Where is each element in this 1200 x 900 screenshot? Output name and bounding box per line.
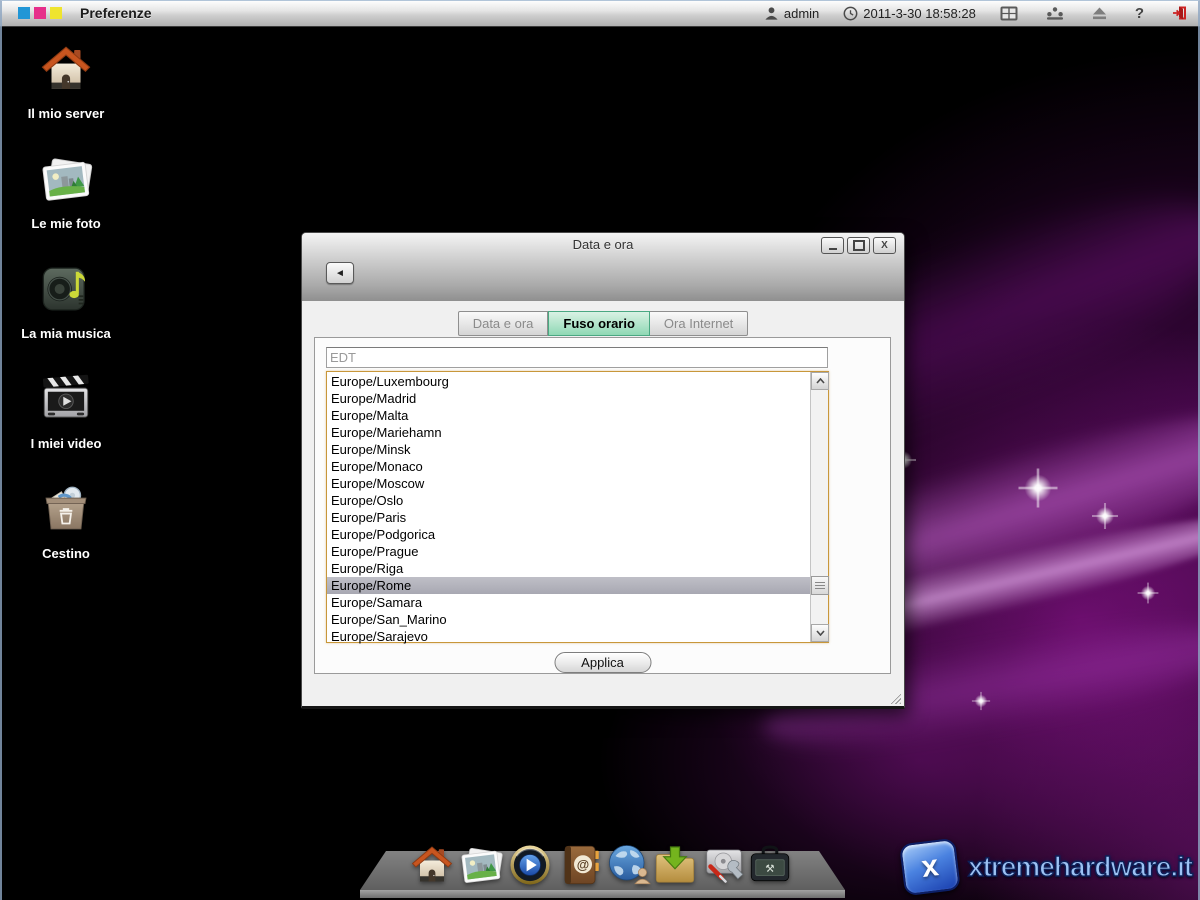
clock-icon: [843, 6, 858, 21]
menubar-title: Preferenze: [80, 5, 152, 21]
music-icon: [37, 260, 95, 318]
timezone-list-item[interactable]: Europe/Podgorica: [327, 526, 811, 543]
timezone-list-item[interactable]: Europe/Samara: [327, 594, 811, 611]
sparkle: [1019, 469, 1058, 508]
timezone-list-item[interactable]: Europe/Mariehamn: [327, 424, 811, 441]
tab-bar: Data e ora Fuso orario Ora Internet: [302, 311, 904, 336]
timezone-list-item[interactable]: Europe/Malta: [327, 407, 811, 424]
menubar: Preferenze admin 2011-3-30 18:58:28 ?: [0, 0, 1200, 27]
tab-data-e-ora[interactable]: Data e ora: [458, 311, 549, 336]
timezone-list-item[interactable]: Europe/Riga: [327, 560, 811, 577]
video-icon: [37, 370, 95, 428]
watermark: x xtremehardware.it: [902, 841, 1194, 893]
sparkle: [1138, 583, 1159, 604]
dock-toolbox-icon[interactable]: [746, 841, 794, 889]
timezone-list-item[interactable]: Europe/Paris: [327, 509, 811, 526]
help-icon[interactable]: ?: [1135, 5, 1144, 22]
scroll-up-button[interactable]: [811, 372, 829, 390]
dock-front-edge: [360, 890, 845, 898]
timezone-list-item[interactable]: Europe/Luxembourg: [327, 373, 811, 390]
dock-photos-icon[interactable]: [457, 841, 505, 889]
desktop-icon-my-videos[interactable]: I miei video: [8, 370, 124, 451]
workgroup-icon[interactable]: [1046, 7, 1064, 20]
system-logo-icon: [18, 7, 62, 19]
dock-network-globe-icon[interactable]: [605, 841, 653, 889]
window-title: Data e ora: [302, 237, 904, 252]
timezone-list-item[interactable]: Europe/Sarajevo: [327, 628, 811, 645]
timezone-list-item-selected[interactable]: Europe/Rome: [327, 577, 811, 594]
tab-ora-internet[interactable]: Ora Internet: [650, 311, 748, 336]
desktop-icon-my-server[interactable]: Il mio server: [8, 40, 124, 121]
timezone-list-item[interactable]: Europe/Monaco: [327, 458, 811, 475]
desktop-icon-label: I miei video: [8, 436, 124, 451]
timezone-list-item[interactable]: Europe/Oslo: [327, 492, 811, 509]
trash-icon: [37, 480, 95, 538]
home-icon: [37, 40, 95, 98]
timezone-list-item[interactable]: Europe/Minsk: [327, 441, 811, 458]
logout-icon[interactable]: [1172, 5, 1188, 21]
timezone-list-item[interactable]: Europe/Moscow: [327, 475, 811, 492]
date-time-window: Data e ora X ◄ Data e ora Fuso orario Or…: [301, 232, 905, 709]
apps-grid-icon[interactable]: [1000, 6, 1018, 21]
scroll-down-button[interactable]: [811, 624, 829, 642]
watermark-text: xtremehardware.it: [968, 851, 1192, 883]
dock-media-player-icon[interactable]: [506, 841, 554, 889]
timezone-list-item[interactable]: Europe/San_Marino: [327, 611, 811, 628]
desktop-icon-my-photos[interactable]: Le mie foto: [8, 150, 124, 231]
menubar-datetime: 2011-3-30 18:58:28: [863, 6, 976, 21]
resize-handle[interactable]: [888, 691, 901, 704]
photos-icon: [37, 150, 95, 208]
close-button[interactable]: X: [873, 237, 896, 254]
dock-address-book-icon[interactable]: [556, 841, 604, 889]
scrollbar[interactable]: [810, 372, 828, 642]
back-button[interactable]: ◄: [326, 262, 354, 284]
desktop-icon-trash[interactable]: Cestino: [8, 480, 124, 561]
desktop-icon-label: Le mie foto: [8, 216, 124, 231]
timezone-list: Europe/Luxembourg Europe/Madrid Europe/M…: [326, 371, 829, 643]
desktop-icon-label: La mia musica: [8, 326, 124, 341]
window-header[interactable]: Data e ora X ◄: [302, 233, 904, 302]
desktop-icon-my-music[interactable]: La mia musica: [8, 260, 124, 341]
window-content: Data e ora Fuso orario Ora Internet Euro…: [302, 301, 904, 706]
timezone-filter-input[interactable]: [326, 347, 828, 368]
dock-download-folder-icon[interactable]: [651, 841, 699, 889]
scrollbar-thumb[interactable]: [811, 576, 829, 595]
desktop-icon-label: Cestino: [8, 546, 124, 561]
maximize-button[interactable]: [847, 237, 870, 254]
dock-disk-utility-icon[interactable]: [700, 841, 748, 889]
timezone-list-item[interactable]: Europe/Madrid: [327, 390, 811, 407]
user-icon: [764, 6, 779, 21]
menubar-username[interactable]: admin: [784, 6, 819, 21]
xtremehardware-logo-icon: x: [899, 838, 961, 896]
timezone-panel: Europe/Luxembourg Europe/Madrid Europe/M…: [314, 337, 891, 674]
sparkle: [972, 692, 990, 710]
desktop-icon-label: Il mio server: [8, 106, 124, 121]
timezone-list-item[interactable]: Europe/Prague: [327, 543, 811, 560]
tab-fuso-orario[interactable]: Fuso orario: [548, 311, 650, 336]
minimize-button[interactable]: [821, 237, 844, 254]
sparkle: [1092, 503, 1118, 529]
dock-home-icon[interactable]: [408, 841, 456, 889]
apply-button[interactable]: Applica: [554, 652, 651, 673]
eject-icon[interactable]: [1092, 7, 1107, 20]
